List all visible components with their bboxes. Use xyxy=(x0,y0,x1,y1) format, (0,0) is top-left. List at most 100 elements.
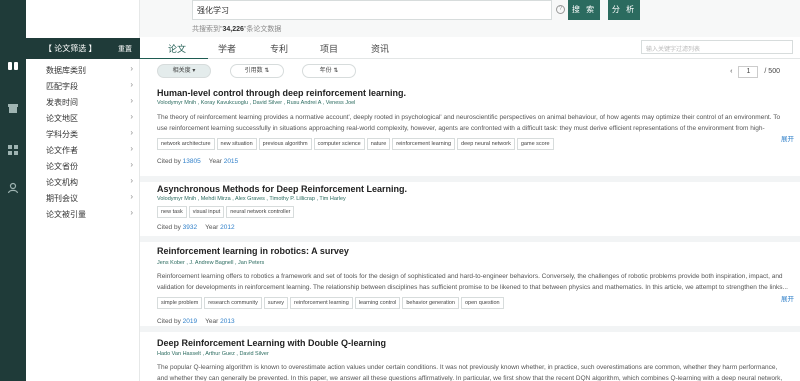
filter-item-institution[interactable]: 论文机构 › xyxy=(26,174,140,190)
sort-arrows-icon: ⇅ xyxy=(264,68,270,74)
tab-scholars[interactable]: 学者 xyxy=(218,42,236,55)
keyword-tag[interactable]: open question xyxy=(461,297,504,309)
sort-year-label: 年份 xyxy=(319,68,332,74)
paper-title[interactable]: Asynchronous Methods for Deep Reinforcem… xyxy=(157,184,407,194)
icon-rail xyxy=(0,0,26,381)
filter-item-label: 发表时间 xyxy=(46,98,78,107)
filter-item-match[interactable]: 匹配字段 › xyxy=(26,78,140,94)
result-count: 共搜索到"34,226"条论文数据 xyxy=(192,24,281,34)
pagination: ‹ 1 / 500 xyxy=(730,66,780,78)
sort-year-button[interactable]: 年份 ⇅ xyxy=(302,64,356,78)
paper-card: Asynchronous Methods for Deep Reinforcem… xyxy=(140,182,800,242)
year-value[interactable]: 2013 xyxy=(220,318,234,325)
filter-item-author[interactable]: 论文作者 › xyxy=(26,142,140,158)
filter-item-label: 论文机构 xyxy=(46,178,78,187)
keyword-tag[interactable]: simple problem xyxy=(157,297,203,309)
filter-item-province[interactable]: 论文省份 › xyxy=(26,158,140,174)
filter-item-database[interactable]: 数据库类别 › xyxy=(26,62,140,78)
keyword-tag[interactable]: neural network controller xyxy=(226,206,295,218)
year-label: Year xyxy=(208,158,222,165)
filter-item-label: 数据库类别 xyxy=(46,66,86,75)
keyword-tag[interactable]: survey xyxy=(263,297,289,309)
paper-authors[interactable]: Hado Van Hasselt , Arthur Guez , David S… xyxy=(157,351,269,357)
chevron-right-icon: › xyxy=(130,96,133,105)
chevron-right-icon: › xyxy=(130,160,133,169)
paper-card: Human-level control through deep reinfor… xyxy=(140,85,800,182)
tab-projects[interactable]: 项目 xyxy=(320,42,338,55)
sort-bar: 相关度 ▾ 引用数 ⇅ 年份 ⇅ ‹ 1 / 500 xyxy=(140,59,800,85)
archive-icon[interactable] xyxy=(7,102,19,114)
keyword-tag[interactable]: previous algorithm xyxy=(258,138,312,150)
paper-title[interactable]: Reinforcement learning in robotics: A su… xyxy=(157,246,349,256)
expand-link[interactable]: 展开 xyxy=(781,133,794,143)
chevron-right-icon: › xyxy=(130,144,133,153)
page-total: / 500 xyxy=(764,68,780,75)
paper-card: Reinforcement learning in robotics: A su… xyxy=(140,242,800,332)
filter-item-label: 论文被引量 xyxy=(46,210,86,219)
paper-tags: simple problem research community survey re… xyxy=(157,297,506,309)
paper-authors[interactable]: Jens Kober , J. Andrew Bagnell , Jan Pet… xyxy=(157,260,264,266)
tab-news[interactable]: 资讯 xyxy=(371,42,389,55)
filter-item-label: 论文地区 xyxy=(46,114,78,123)
keyword-tag[interactable]: computer science xyxy=(313,138,365,150)
keyword-tag[interactable]: research community xyxy=(204,297,262,309)
filter-item-label: 论文作者 xyxy=(46,146,78,155)
filter-sidebar: 【 论文筛选 】 重置 数据库类别 › 匹配字段 › 发表时间 › 论文地区 › 学科分… xyxy=(26,0,140,381)
cited-count[interactable]: 13805 xyxy=(183,158,201,165)
keyword-tag[interactable]: reinforcement learning xyxy=(392,138,456,150)
year-value[interactable]: 2012 xyxy=(220,224,234,231)
filter-item-citations[interactable]: 论文被引量 › xyxy=(26,206,140,222)
toggle-icon[interactable] xyxy=(7,60,19,72)
filter-item-date[interactable]: 发表时间 › xyxy=(26,94,140,110)
filter-list-input[interactable]: 输入关键字过滤列表 xyxy=(641,40,793,54)
keyword-tag[interactable]: new situation xyxy=(216,138,257,150)
chevron-down-icon: ▾ xyxy=(192,68,196,74)
filter-item-subject[interactable]: 学科分类 › xyxy=(26,126,140,142)
cited-count[interactable]: 2019 xyxy=(183,318,197,325)
keyword-tag[interactable]: game score xyxy=(516,138,554,150)
paper-authors[interactable]: Volodymyr Mnih , Koray Kavukcuoglu , Dav… xyxy=(157,100,355,106)
cited-by-label: Cited by xyxy=(157,158,181,165)
cited-by-label: Cited by xyxy=(157,318,181,325)
sort-citations-button[interactable]: 引用数 ⇅ xyxy=(230,64,284,78)
search-input[interactable]: 强化学习 xyxy=(192,0,552,20)
paper-title[interactable]: Human-level control through deep reinfor… xyxy=(157,88,406,98)
filter-item-region[interactable]: 论文地区 › xyxy=(26,110,140,126)
keyword-tag[interactable]: learning control xyxy=(354,297,401,309)
tab-papers[interactable]: 论文 xyxy=(168,42,186,55)
page-input[interactable]: 1 xyxy=(738,66,759,78)
expand-link[interactable]: 展开 xyxy=(781,293,794,303)
tab-patents[interactable]: 专利 xyxy=(270,42,288,55)
year-value[interactable]: 2015 xyxy=(224,158,238,165)
keyword-tag[interactable]: new task xyxy=(157,206,187,218)
grid-icon[interactable] xyxy=(7,144,19,156)
result-count-prefix: 共搜索到" xyxy=(192,26,223,33)
keyword-tag[interactable]: reinforcement learning xyxy=(290,297,353,309)
keyword-tag[interactable]: visual input xyxy=(188,206,225,218)
sort-relevance-button[interactable]: 相关度 ▾ xyxy=(157,64,211,78)
result-count-value: 34,226 xyxy=(222,26,244,33)
paper-authors[interactable]: Volodymyr Mnih , Mehdi Mirza , Alex Grav… xyxy=(157,196,346,202)
cited-count[interactable]: 3932 xyxy=(183,224,197,231)
year-label: Year xyxy=(205,318,219,325)
search-button[interactable]: 搜 索 xyxy=(568,0,600,20)
sort-arrows-icon: ⇅ xyxy=(333,68,339,74)
user-icon[interactable] xyxy=(7,182,19,194)
paper-abstract: The popular Q-learning algorithm is know… xyxy=(157,364,783,381)
paper-title[interactable]: Deep Reinforcement Learning with Double … xyxy=(157,338,386,348)
reset-button[interactable]: 重置 xyxy=(118,44,132,54)
keyword-tag[interactable]: nature xyxy=(366,138,391,150)
info-icon[interactable]: ? xyxy=(556,5,565,14)
keyword-tag[interactable]: network architecture xyxy=(157,138,215,150)
prev-page-icon[interactable]: ‹ xyxy=(730,68,732,75)
filter-item-venue[interactable]: 期刊会议 › xyxy=(26,190,140,206)
results-panel: 相关度 ▾ 引用数 ⇅ 年份 ⇅ ‹ 1 / 500 Human-level c… xyxy=(140,59,800,381)
result-count-suffix: "条论文数据 xyxy=(243,26,282,33)
paper-meta: Cited by 3932 Year 2012 xyxy=(157,224,235,231)
analyze-button[interactable]: 分 析 xyxy=(608,0,640,20)
paper-meta: Cited by 2019 Year 2013 xyxy=(157,318,235,325)
chevron-right-icon: › xyxy=(130,64,133,73)
keyword-tag[interactable]: deep neural network xyxy=(457,138,515,150)
paper-meta: Cited by 13805 Year 2015 xyxy=(157,158,238,165)
keyword-tag[interactable]: behavior generation xyxy=(402,297,459,309)
